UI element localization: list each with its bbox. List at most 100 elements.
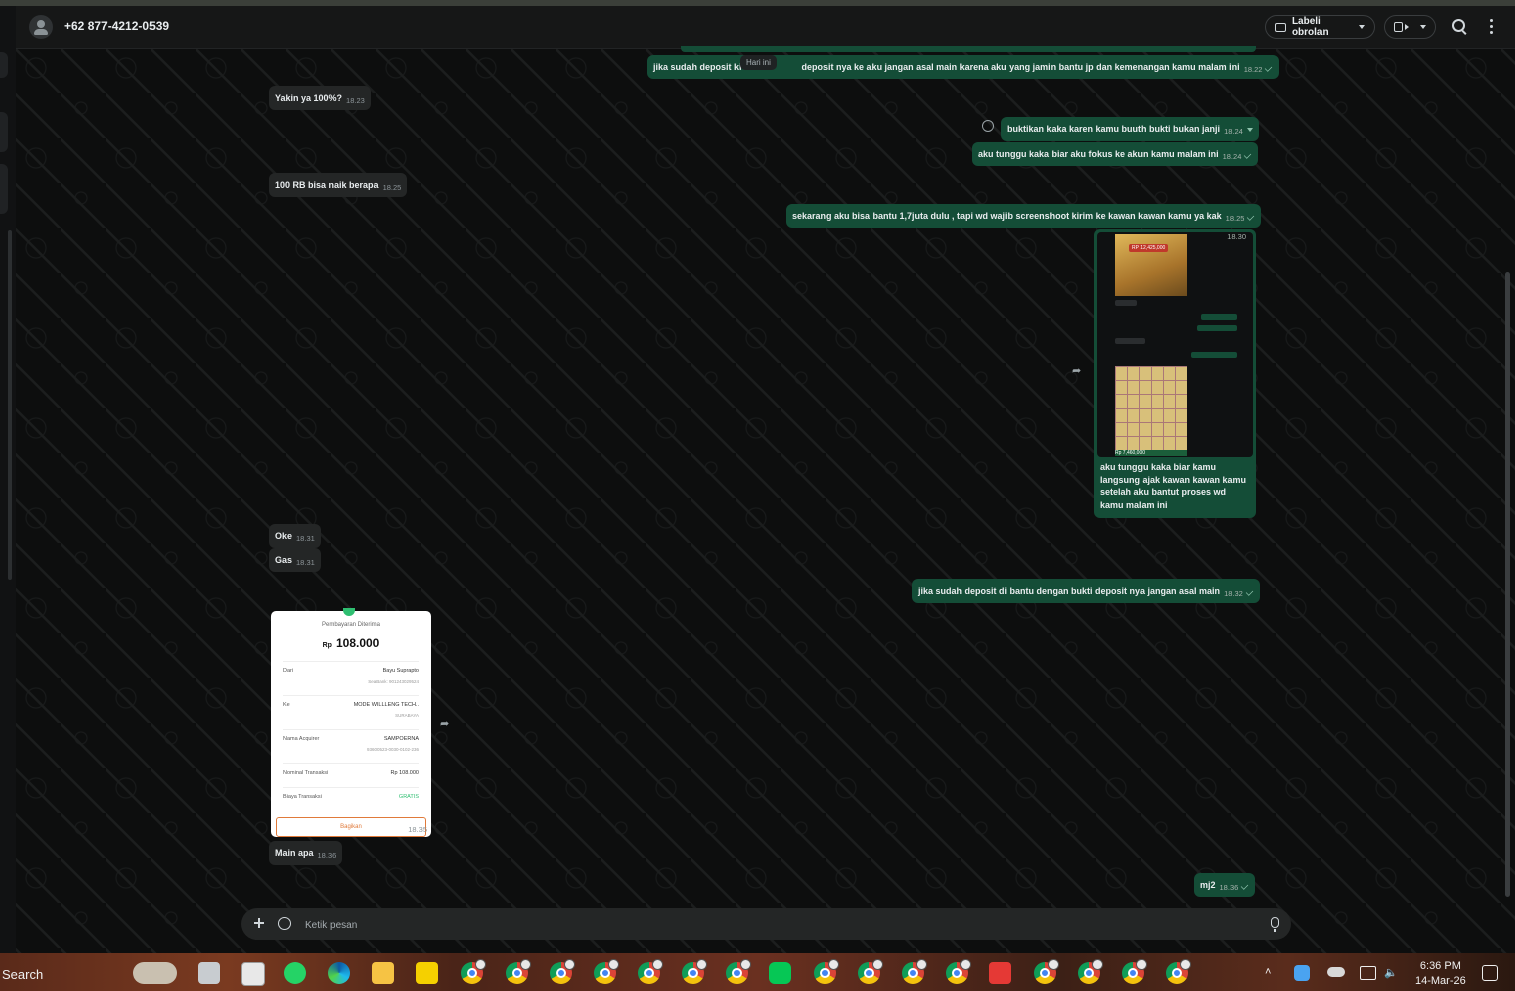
chat-scrollbar[interactable] [1505, 50, 1511, 900]
chrome-icon[interactable] [1122, 959, 1147, 984]
read-check-icon [1245, 588, 1254, 596]
receipt-row-value: Rp 108.000 [390, 770, 419, 776]
message-outgoing[interactable]: mj2 18.36 [1194, 873, 1256, 897]
receipt-row-key: Nama Acquirer [283, 736, 320, 742]
message-time: 18.32 [1224, 589, 1243, 598]
edge-icon[interactable] [328, 962, 350, 984]
message-text: sekarang aku bisa bantu 1,7juta dulu , t… [792, 211, 1222, 221]
chrome-icon[interactable] [594, 959, 619, 984]
wps-office-icon[interactable] [989, 962, 1011, 984]
onedrive-cloud-icon[interactable] [1327, 967, 1345, 977]
label-chat-button[interactable]: Labeli obrolan [1265, 15, 1375, 39]
chrome-icon[interactable] [638, 959, 663, 984]
receipt-row: Biaya Transaksi GRATIS [283, 787, 419, 810]
emoji-react-icon[interactable] [982, 120, 994, 132]
chrome-icon[interactable] [902, 959, 927, 984]
message-input[interactable] [303, 916, 1207, 934]
message-outgoing[interactable]: buktikan kaka karen kamu buuth bukti buk… [1001, 117, 1259, 141]
taskbar-clock[interactable]: 6:36 PM 14-Mar-26 [1415, 959, 1466, 989]
widgets-icon[interactable] [133, 962, 177, 984]
message-time: 18.22 [1243, 65, 1263, 74]
payment-receipt-image[interactable]: Pembayaran Diterima Rp 108.000 Dari Bayu … [271, 608, 431, 837]
receipt-amount: Rp 108.000 [271, 636, 431, 650]
message-time: 18.31 [296, 558, 315, 567]
forward-icon[interactable]: ➦ [440, 717, 454, 730]
message-incoming[interactable]: 100 RB bisa naik berapa 18.25 [269, 173, 408, 197]
message-outgoing-image[interactable]: RP 12,425,000 Rp 7,460,000 aku tunggu ka… [1094, 229, 1256, 518]
slot-win-image: RP 12,425,000 [1115, 234, 1187, 296]
forward-icon[interactable]: ➦ [1072, 364, 1086, 377]
receipt-row-key: Ke [283, 702, 290, 708]
read-check-icon [1241, 882, 1249, 890]
windows-taskbar: Search ˄ 🔈 6:36 PM 14-Mar-26 [0, 953, 1515, 991]
left-navigation-rail [0, 6, 16, 953]
tray-chevron-up-icon[interactable]: ˄ [1265, 966, 1271, 978]
receipt-row-sub: SURABAYA [395, 713, 419, 718]
message-text: mj2 [1200, 880, 1216, 890]
chrome-icon[interactable] [858, 959, 883, 984]
network-icon[interactable] [1360, 966, 1376, 980]
message-text-continued: deposit nya ke aku jangan asal main kare… [801, 62, 1240, 72]
success-check-icon [343, 608, 355, 616]
clock-date: 14-Mar-26 [1415, 975, 1466, 987]
task-view-icon[interactable] [198, 962, 220, 984]
tray-app-icon[interactable] [1294, 965, 1310, 981]
sticker-icon[interactable] [278, 917, 291, 930]
message-outgoing[interactable]: aku tunggu kaka biar aku fokus ke akun k… [972, 142, 1259, 166]
file-explorer-icon[interactable] [372, 962, 394, 984]
search-icon [1452, 19, 1465, 32]
chrome-icon[interactable] [726, 959, 751, 984]
menu-button[interactable] [1482, 17, 1502, 37]
message-outgoing[interactable]: jika sudah deposit di bantu dengan bukti… [912, 579, 1260, 603]
rail-scrollbar[interactable] [8, 230, 12, 580]
message-time: 18.31 [296, 534, 315, 543]
app-a-icon[interactable] [241, 962, 265, 986]
message-composer [241, 908, 1291, 940]
chevron-down-icon [1359, 25, 1365, 29]
message-incoming[interactable]: Gas 18.31 [269, 548, 321, 572]
line-icon[interactable] [769, 962, 791, 984]
video-call-button[interactable] [1384, 15, 1436, 39]
receipt-row-value: MODE WILLLENG TECH.. [353, 702, 419, 708]
read-check-icon [1247, 213, 1255, 221]
chrome-icon[interactable] [946, 959, 971, 984]
chrome-icon[interactable] [550, 959, 575, 984]
chrome-icon[interactable] [506, 959, 531, 984]
share-button: Bagikan [276, 817, 426, 837]
search-button[interactable] [1450, 17, 1470, 37]
rail-pill[interactable] [0, 112, 8, 152]
message-text: 100 RB bisa naik berapa [275, 180, 379, 190]
attach-plus-icon[interactable] [254, 918, 264, 928]
message-text: Yakin ya 100%? [275, 93, 343, 103]
message-time: 18.30 [1227, 232, 1246, 241]
message-text: Oke [275, 531, 293, 541]
message-outgoing[interactable]: sekarang aku bisa bantu 1,7juta dulu , t… [786, 204, 1262, 228]
rail-pill[interactable] [0, 164, 8, 214]
whatsapp-icon[interactable] [284, 962, 306, 984]
message-text: Gas [275, 555, 293, 565]
scrollbar-thumb[interactable] [1505, 272, 1510, 897]
taskbar-search[interactable]: Search [2, 967, 43, 982]
receipt-row-sub: 93600523-0030-0102-236 [366, 747, 419, 752]
chrome-icon[interactable] [682, 959, 707, 984]
rail-pill[interactable] [0, 52, 8, 78]
receipt-row-sub: SeaBank: 901243029524 [368, 679, 419, 684]
chevron-down-icon[interactable] [1246, 128, 1253, 132]
slot-grid-image [1115, 366, 1187, 450]
message-incoming[interactable]: Yakin ya 100%? 18.23 [269, 86, 371, 110]
chrome-icon[interactable] [1166, 959, 1191, 984]
microphone-icon[interactable] [1271, 917, 1279, 932]
notification-icon[interactable] [1482, 965, 1498, 981]
message-incoming[interactable]: Oke 18.31 [269, 524, 321, 548]
contact-name[interactable]: +62 877-4212-0539 [64, 19, 169, 33]
chrome-icon[interactable] [461, 959, 486, 984]
contact-avatar-icon[interactable] [29, 15, 53, 39]
message-time: 18.25 [382, 183, 402, 192]
sticky-notes-icon[interactable] [416, 962, 438, 984]
volume-icon[interactable]: 🔈 [1384, 966, 1398, 979]
chrome-icon[interactable] [1078, 959, 1103, 984]
message-incoming[interactable]: Main apa 18.36 [269, 841, 343, 865]
win-amount-label: RP 12,425,000 [1129, 244, 1169, 252]
chrome-icon[interactable] [814, 959, 839, 984]
chrome-icon[interactable] [1034, 959, 1059, 984]
